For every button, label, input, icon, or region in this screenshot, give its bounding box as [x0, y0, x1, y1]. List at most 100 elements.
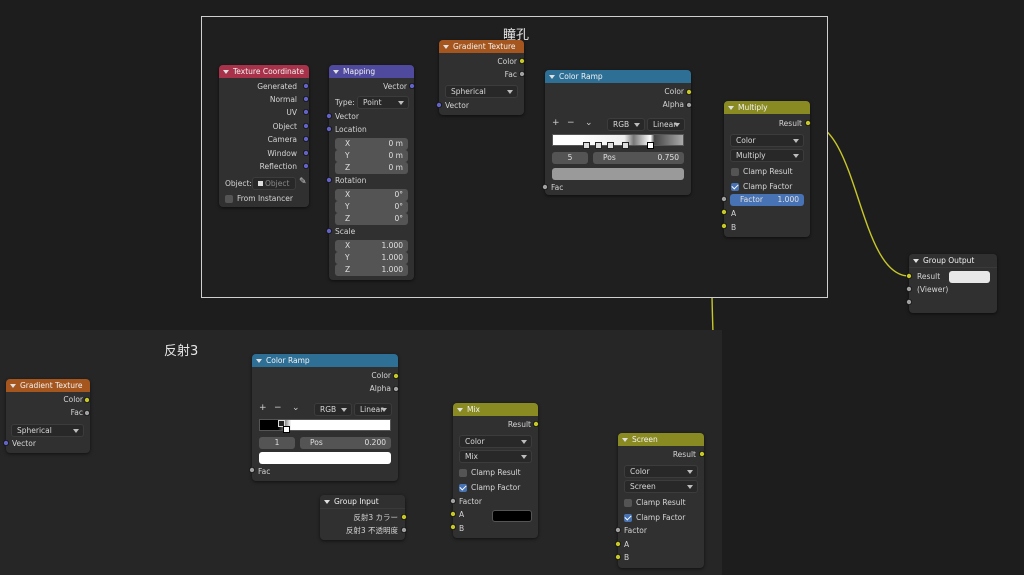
remove-stop-button[interactable]: − — [567, 118, 575, 128]
rotation-z[interactable]: Z 0° — [335, 213, 408, 225]
data-type-dropdown[interactable]: Color — [459, 435, 532, 448]
chevron-down-icon[interactable]: ⌄ — [585, 118, 593, 128]
node-header[interactable]: Texture Coordinate — [219, 65, 309, 78]
node-header[interactable]: Screen — [618, 433, 704, 446]
color-mode-dropdown[interactable]: RGB — [607, 118, 645, 131]
color-stop-handle-selected[interactable] — [647, 142, 654, 149]
node-screen[interactable]: Screen Result Color Screen Clamp Result … — [618, 433, 704, 568]
dropdown-value: Mix — [465, 452, 478, 461]
stop-index-field[interactable]: 1 — [259, 437, 295, 449]
checkbox-box[interactable] — [459, 468, 467, 477]
remove-stop-button[interactable]: − — [274, 403, 282, 413]
collapse-chevron-icon[interactable] — [913, 258, 919, 263]
location-y[interactable]: Y 0 m — [335, 150, 408, 162]
node-header[interactable]: Gradient Texture — [439, 40, 524, 53]
interpolation-dropdown[interactable]: Linear — [647, 118, 685, 131]
blend-mode-dropdown[interactable]: Mix — [459, 450, 532, 463]
node-editor-canvas[interactable]: 瞳孔 反射3 Texture Coordinate Generated Norm… — [0, 0, 1024, 575]
add-stop-button[interactable]: + — [259, 403, 267, 413]
stop-position-field[interactable]: Pos 0.750 — [593, 152, 684, 164]
color-stop-handle[interactable] — [607, 142, 614, 149]
stop-index-field[interactable]: 5 — [552, 152, 588, 164]
location-x[interactable]: X 0 m — [335, 138, 408, 150]
frame-reflection-label: 反射3 — [164, 344, 199, 359]
result-color-swatch[interactable] — [949, 271, 990, 283]
input-a-color-swatch[interactable] — [492, 510, 532, 522]
collapse-chevron-icon[interactable] — [324, 499, 330, 504]
node-color-ramp-reflection[interactable]: Color Ramp Color Alpha + − ⌄ RGB Linear … — [252, 354, 398, 481]
stop-color-swatch[interactable] — [552, 168, 684, 180]
node-mix[interactable]: Mix Result Color Mix Clamp Result Clamp … — [453, 403, 538, 538]
collapse-chevron-icon[interactable] — [333, 69, 339, 74]
scale-y[interactable]: Y 1.000 — [335, 252, 408, 264]
node-header[interactable]: Mapping — [329, 65, 414, 78]
node-header[interactable]: Color Ramp — [545, 70, 691, 83]
node-mapping[interactable]: Mapping Vector Type: Point Vector Locati… — [329, 65, 414, 280]
node-gradient-texture-reflection[interactable]: Gradient Texture Color Fac Spherical Vec… — [6, 379, 90, 453]
node-header[interactable]: Multiply — [724, 101, 810, 114]
color-stop-handle[interactable] — [622, 142, 629, 149]
node-texture-coordinate[interactable]: Texture Coordinate Generated Normal UV O… — [219, 65, 309, 207]
scale-x[interactable]: X 1.000 — [335, 240, 408, 252]
collapse-chevron-icon[interactable] — [622, 437, 628, 442]
clamp-result-checkbox[interactable]: Clamp Result — [731, 167, 793, 176]
blend-mode-dropdown[interactable]: Multiply — [730, 149, 804, 162]
checkbox-box[interactable] — [459, 483, 467, 492]
object-picker[interactable]: Object — [252, 177, 296, 190]
rotation-x[interactable]: X 0° — [335, 189, 408, 201]
scale-z[interactable]: Z 1.000 — [335, 264, 408, 276]
clamp-result-checkbox[interactable]: Clamp Result — [624, 498, 686, 507]
collapse-chevron-icon[interactable] — [443, 44, 449, 49]
gradient-type-dropdown[interactable]: Spherical — [445, 85, 518, 98]
field-label: Factor — [740, 195, 763, 204]
blend-mode-dropdown[interactable]: Screen — [624, 480, 698, 493]
type-dropdown[interactable]: Point — [357, 96, 409, 109]
color-mode-dropdown[interactable]: RGB — [314, 403, 352, 416]
collapse-chevron-icon[interactable] — [10, 383, 16, 388]
factor-field[interactable]: Factor 1.000 — [730, 194, 804, 206]
node-multiply[interactable]: Multiply Result Color Multiply Clamp Res… — [724, 101, 810, 237]
rotation-y[interactable]: Y 0° — [335, 201, 408, 213]
node-header[interactable]: Mix — [453, 403, 538, 416]
node-group-input[interactable]: Group Input 反射3 カラー 反射3 不透明度 — [320, 495, 405, 540]
add-stop-button[interactable]: + — [552, 118, 560, 128]
node-header[interactable]: Color Ramp — [252, 354, 398, 367]
output-vector: Vector — [383, 82, 407, 91]
clamp-factor-checkbox[interactable]: Clamp Factor — [731, 182, 792, 191]
node-header[interactable]: Group Output — [909, 254, 997, 268]
input-location: Location — [335, 125, 367, 134]
checkbox-box[interactable] — [624, 513, 632, 522]
color-ramp-gradient[interactable] — [552, 134, 684, 146]
data-type-dropdown[interactable]: Color — [730, 134, 804, 147]
checkbox-box[interactable] — [225, 194, 233, 203]
stop-position-field[interactable]: Pos 0.200 — [300, 437, 391, 449]
node-color-ramp-pupil[interactable]: Color Ramp Color Alpha + − ⌄ RGB Linear … — [545, 70, 691, 195]
collapse-chevron-icon[interactable] — [728, 105, 734, 110]
color-stop-handle[interactable] — [583, 142, 590, 149]
input-a: A — [731, 209, 737, 218]
node-header[interactable]: Group Input — [320, 495, 405, 509]
checkbox-box[interactable] — [731, 182, 739, 191]
node-gradient-texture-pupil[interactable]: Gradient Texture Color Fac Spherical Vec… — [439, 40, 524, 115]
data-type-dropdown[interactable]: Color — [624, 465, 698, 478]
checkbox-box[interactable] — [731, 167, 739, 176]
interpolation-dropdown[interactable]: Linear — [354, 403, 392, 416]
clamp-result-checkbox[interactable]: Clamp Result — [459, 468, 521, 477]
chevron-down-icon[interactable]: ⌄ — [292, 403, 300, 413]
collapse-chevron-icon[interactable] — [256, 358, 262, 363]
node-header[interactable]: Gradient Texture — [6, 379, 90, 392]
from-instancer-checkbox[interactable]: From Instancer — [225, 194, 293, 203]
collapse-chevron-icon[interactable] — [549, 74, 555, 79]
clamp-factor-checkbox[interactable]: Clamp Factor — [624, 513, 685, 522]
collapse-chevron-icon[interactable] — [223, 69, 229, 74]
clamp-factor-checkbox[interactable]: Clamp Factor — [459, 483, 520, 492]
node-group-output[interactable]: Group Output Result (Viewer) — [909, 254, 997, 313]
color-stop-handle[interactable] — [595, 142, 602, 149]
gradient-type-dropdown[interactable]: Spherical — [11, 424, 84, 437]
location-z[interactable]: Z 0 m — [335, 162, 408, 174]
stop-color-swatch[interactable] — [259, 452, 391, 464]
checkbox-box[interactable] — [624, 498, 632, 507]
eyedropper-icon[interactable]: ✎ — [299, 177, 307, 187]
collapse-chevron-icon[interactable] — [457, 407, 463, 412]
color-stop-handle-selected[interactable] — [283, 426, 290, 433]
